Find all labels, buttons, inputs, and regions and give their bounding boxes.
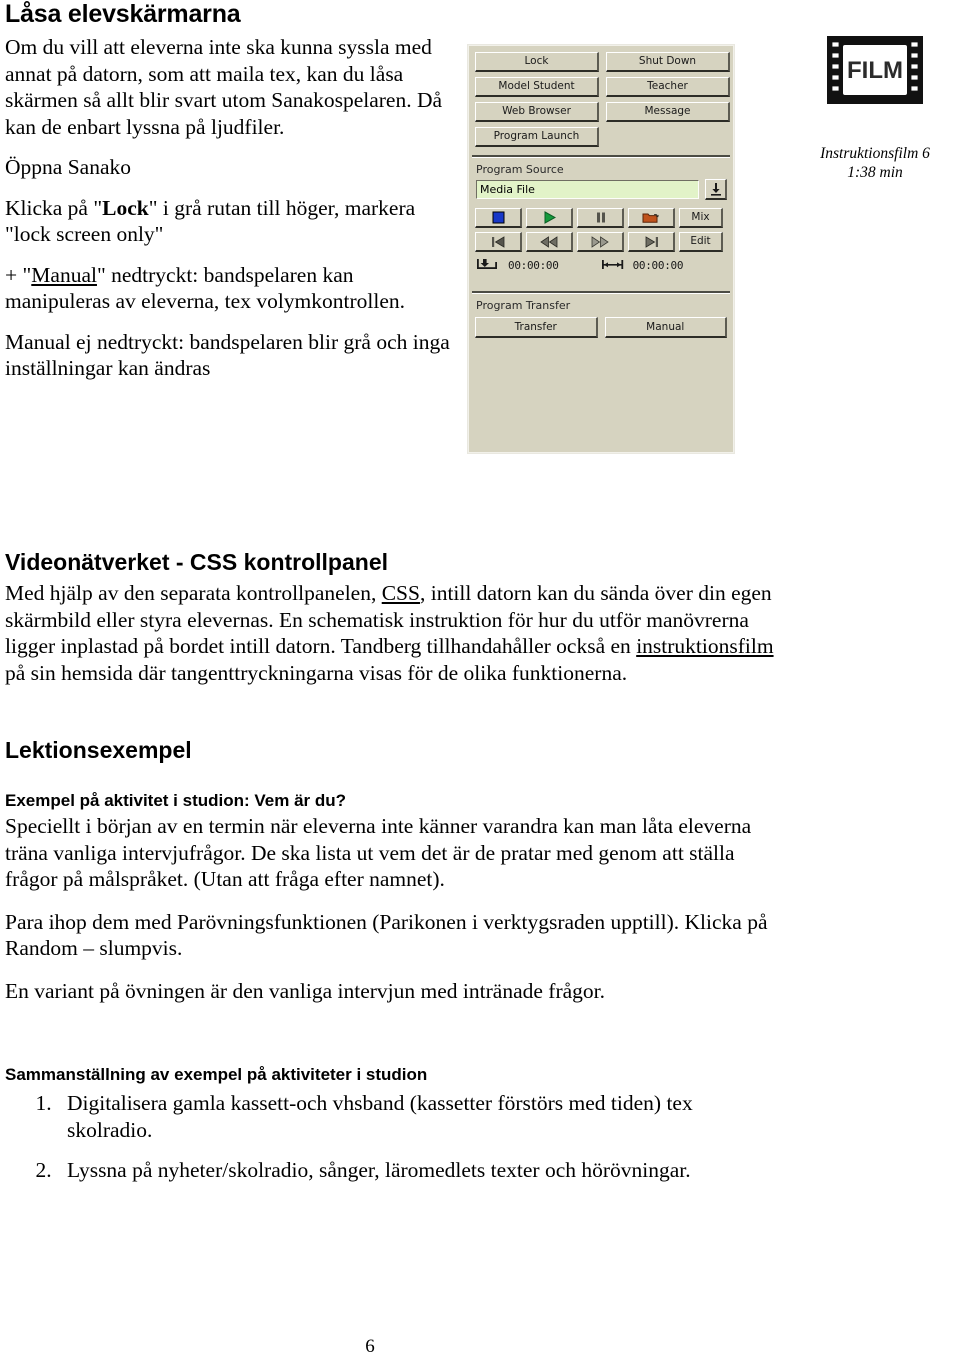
manual-keyword: Manual [31, 262, 97, 287]
open-sanako-paragraph: Öppna Sanako [5, 155, 131, 179]
transport-row-secondary: Edit [475, 232, 727, 252]
instruction-film-badge: FILM Instruktionsfilm 6 1:38 min [790, 34, 960, 182]
pause-button[interactable] [577, 208, 624, 228]
stop-button[interactable] [475, 208, 522, 228]
play-button[interactable] [526, 208, 573, 228]
lesson-paragraph-3: En variant på övningen är den vanliga in… [5, 978, 605, 1003]
manual-pressed-paragraph: + "Manual" nedtryckt: bandspelaren kan m… [5, 262, 455, 315]
summary-heading: Sammanställning av exempel på aktivitete… [5, 1065, 428, 1084]
skip-to-end-icon[interactable] [628, 232, 675, 252]
model-student-button[interactable]: Model Student [475, 77, 599, 97]
intro-paragraph: Om du vill att eleverna inte ska kunna s… [5, 35, 443, 139]
section-gap-2 [5, 768, 780, 790]
lower-body: Videonätverket - CSS kontrollpanel Med h… [5, 548, 780, 1198]
lock-button[interactable]: Lock [475, 52, 599, 72]
video-section-body: Med hjälp av den separata kontrollpanele… [5, 580, 780, 686]
web-browser-button[interactable]: Web Browser [475, 102, 599, 122]
video-section-heading: Videonätverket - CSS kontrollpanel [5, 549, 389, 575]
film-caption-line1: Instruktionsfilm 6 [820, 145, 930, 162]
mix-button[interactable]: Mix [679, 208, 723, 228]
lesson-paragraph-1: Speciellt i början av en termin när elev… [5, 814, 752, 891]
edit-button[interactable]: Edit [679, 232, 723, 252]
lesson-subheading: Exempel på aktivitet i studion: Vem är d… [5, 791, 347, 810]
page-number: 6 [365, 1336, 375, 1357]
open-folder-icon[interactable] [628, 208, 675, 228]
film-caption: Instruktionsfilm 6 1:38 min [790, 144, 960, 182]
shut-down-button[interactable]: Shut Down [606, 52, 730, 72]
film-strip-icon: FILM [825, 34, 925, 106]
rewind-icon[interactable] [526, 232, 573, 252]
list-item: Digitalisera gamla kassett-och vhsband (… [57, 1090, 780, 1143]
transport-controls: Mix Edit [469, 200, 733, 252]
program-source-label: Program Source [476, 163, 564, 176]
program-transfer-label: Program Transfer [476, 299, 571, 312]
transfer-button[interactable]: Transfer [475, 317, 598, 338]
time-start-value: 00:00:00 [508, 259, 559, 272]
divider [472, 155, 730, 158]
left-text-column: Låsa elevskärmarna Om du vill att elever… [5, 0, 455, 396]
css-link[interactable]: CSS [382, 581, 420, 605]
mark-out-icon [601, 258, 627, 273]
manual-prefix: + " [5, 262, 32, 287]
manual-button[interactable]: Manual [604, 317, 727, 338]
instruktionsfilm-link[interactable]: instruktionsfilm [636, 634, 773, 658]
video-body-part3: på sin hemsida där tangenttryckningarna … [5, 660, 628, 685]
media-file-input[interactable]: Media File [476, 180, 699, 199]
lock-instruction-prefix: Klicka på " [5, 195, 103, 220]
page-title: Låsa elevskärmarna [5, 0, 241, 28]
teacher-button[interactable]: Teacher [606, 77, 730, 97]
grid-empty-cell [606, 127, 730, 147]
fast-forward-icon[interactable] [577, 232, 624, 252]
lock-instruction-paragraph: Klicka på "Lock" i grå rutan till höger,… [5, 195, 455, 248]
section-gap-3 [5, 1020, 780, 1064]
lesson-section-heading: Lektionsexempel [5, 737, 192, 763]
message-button[interactable]: Message [606, 102, 730, 122]
video-body-part1: Med hjälp av den separata kontrollpanele… [5, 581, 382, 605]
divider-lower [472, 291, 730, 294]
lesson-paragraph-2: Para ihop dem med Parövningsfunktionen (… [5, 909, 768, 961]
transport-row-primary: Mix [475, 208, 727, 228]
section-gap-1 [5, 702, 780, 736]
skip-to-start-icon[interactable] [475, 232, 522, 252]
time-end-value: 00:00:00 [632, 259, 684, 272]
program-transfer-row: Transfer Manual [469, 315, 733, 338]
lock-keyword: Lock [102, 195, 149, 220]
document-page: Låsa elevskärmarna Om du vill att elever… [0, 0, 960, 1366]
time-display-row: 00:00:00 00:00:00 [469, 256, 733, 273]
film-caption-line2: 1:38 min [847, 164, 903, 181]
mark-in-icon [476, 258, 502, 273]
program-launch-button[interactable]: Program Launch [475, 127, 599, 147]
sanako-control-panel[interactable]: Lock Shut Down Model Student Teacher Web… [468, 45, 734, 453]
download-arrow-icon[interactable] [705, 179, 727, 200]
command-button-grid: Lock Shut Down Model Student Teacher Web… [469, 46, 733, 151]
manual-not-pressed-paragraph: Manual ej nedtryckt: bandspelaren blir g… [5, 329, 450, 381]
summary-list: Digitalisera gamla kassett-och vhsband (… [5, 1090, 780, 1184]
svg-text:FILM: FILM [847, 57, 903, 84]
program-source-row: Media File [469, 179, 733, 200]
list-item: Lyssna på nyheter/skolradio, sånger, lär… [57, 1157, 780, 1184]
